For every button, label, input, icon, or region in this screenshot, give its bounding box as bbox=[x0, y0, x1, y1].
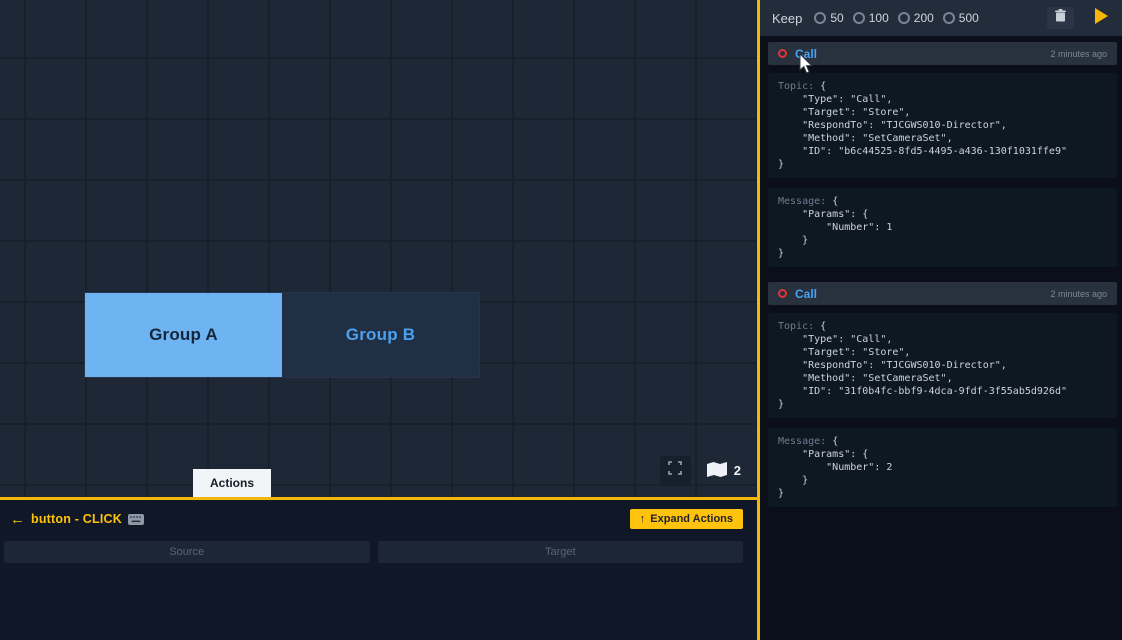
message-card-body: Topic: { "Type": "Call", "Target": "Stor… bbox=[768, 305, 1117, 507]
group-a-node[interactable]: Group A bbox=[85, 293, 282, 377]
message-code-block: Message: { "Params": { "Number": 1 } } bbox=[768, 188, 1117, 267]
keep-option-50[interactable]: 50 bbox=[814, 11, 843, 25]
source-target-row bbox=[0, 534, 757, 563]
map-count: 2 bbox=[734, 463, 741, 478]
message-label: Message: bbox=[778, 196, 826, 207]
message-timestamp: 2 minutes ago bbox=[1050, 49, 1107, 59]
action-title-group: ← button - CLICK bbox=[10, 512, 144, 527]
call-status-icon bbox=[778, 289, 787, 298]
message-card-header[interactable]: Call 2 minutes ago bbox=[768, 42, 1117, 65]
message-timestamp: 2 minutes ago bbox=[1050, 289, 1107, 299]
topic-json: { "Type": "Call", "Target": "Store", "Re… bbox=[778, 321, 1067, 410]
keep-option-label: 200 bbox=[914, 11, 934, 25]
topic-label: Topic: bbox=[778, 81, 814, 92]
message-code-block: Message: { "Params": { "Number": 2 } } bbox=[768, 428, 1117, 507]
tab-actions[interactable]: Actions bbox=[193, 469, 271, 497]
app-root: Group A Group B bbox=[0, 0, 1122, 640]
fullscreen-icon bbox=[668, 461, 682, 480]
message-type-label[interactable]: Call bbox=[795, 47, 817, 61]
radio-icon bbox=[853, 12, 865, 24]
keep-label: Keep bbox=[772, 11, 802, 26]
message-card-body: Topic: { "Type": "Call", "Target": "Stor… bbox=[768, 65, 1117, 267]
up-arrow-icon: ↑ bbox=[640, 513, 646, 525]
play-button[interactable] bbox=[1090, 7, 1112, 29]
play-icon bbox=[1094, 8, 1109, 29]
keep-option-200[interactable]: 200 bbox=[898, 11, 934, 25]
message-list: Call 2 minutes ago Topic: { "Type": "Cal… bbox=[760, 36, 1122, 640]
radio-icon bbox=[814, 12, 826, 24]
keep-option-label: 500 bbox=[959, 11, 979, 25]
message-card-header[interactable]: Call 2 minutes ago bbox=[768, 282, 1117, 305]
topic-code-block: Topic: { "Type": "Call", "Target": "Stor… bbox=[768, 313, 1117, 418]
fit-view-button[interactable] bbox=[660, 456, 691, 485]
message-type-label[interactable]: Call bbox=[795, 287, 817, 301]
action-title: button - CLICK bbox=[31, 512, 122, 526]
radio-icon bbox=[943, 12, 955, 24]
group-strip: Group A Group B bbox=[85, 293, 479, 377]
source-input[interactable] bbox=[4, 541, 370, 563]
topic-json: { "Type": "Call", "Target": "Store", "Re… bbox=[778, 81, 1067, 170]
message-label: Message: bbox=[778, 436, 826, 447]
keep-option-500[interactable]: 500 bbox=[943, 11, 979, 25]
message-card: Call 2 minutes ago Topic: { "Type": "Cal… bbox=[768, 282, 1117, 507]
target-input[interactable] bbox=[378, 541, 744, 563]
keep-option-100[interactable]: 100 bbox=[853, 11, 889, 25]
actions-panel-header: ← button - CLICK ↑ bbox=[0, 500, 757, 534]
expand-actions-button[interactable]: ↑ Expand Actions bbox=[630, 509, 743, 529]
map-icon bbox=[707, 462, 727, 480]
topic-label: Topic: bbox=[778, 321, 814, 332]
keep-option-label: 100 bbox=[869, 11, 889, 25]
keyboard-icon bbox=[128, 514, 144, 525]
group-b-node[interactable]: Group B bbox=[282, 293, 479, 377]
expand-actions-label: Expand Actions bbox=[650, 513, 733, 525]
node-canvas[interactable]: Group A Group B bbox=[0, 0, 757, 497]
canvas-column: Group A Group B bbox=[0, 0, 757, 640]
keep-option-label: 50 bbox=[830, 11, 843, 25]
back-arrow-icon[interactable]: ← bbox=[10, 512, 25, 527]
topic-code-block: Topic: { "Type": "Call", "Target": "Stor… bbox=[768, 73, 1117, 178]
radio-icon bbox=[898, 12, 910, 24]
messages-panel: Keep 50 100 200 500 bbox=[760, 0, 1122, 640]
canvas-toolbar: 2 bbox=[660, 456, 741, 485]
map-toggle[interactable]: 2 bbox=[707, 462, 741, 480]
actions-panel: ← button - CLICK ↑ bbox=[0, 500, 757, 640]
message-card: Call 2 minutes ago Topic: { "Type": "Cal… bbox=[768, 42, 1117, 267]
call-status-icon bbox=[778, 49, 787, 58]
keep-toolbar: Keep 50 100 200 500 bbox=[760, 0, 1122, 36]
clear-messages-button[interactable] bbox=[1047, 7, 1074, 29]
trash-icon bbox=[1055, 9, 1066, 27]
